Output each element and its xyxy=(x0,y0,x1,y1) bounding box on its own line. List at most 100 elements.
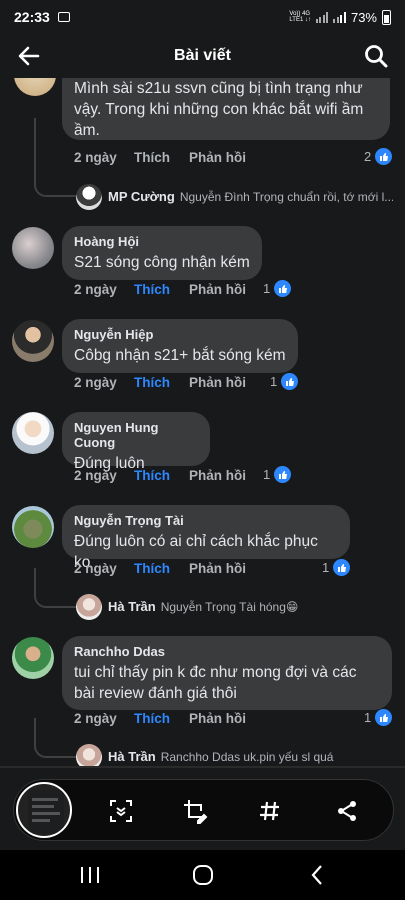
like-link[interactable]: Thích xyxy=(134,375,189,390)
thumbs-up-icon xyxy=(281,373,299,390)
reply-link[interactable]: Phản hồi xyxy=(189,150,259,165)
like-link[interactable]: Thích xyxy=(134,711,189,726)
comment-actions: 2 ngày Thích Phản hồi xyxy=(74,375,259,390)
reply-author: MP Cường xyxy=(108,189,175,204)
signal-icon-2 xyxy=(333,11,346,23)
reaction-count[interactable]: 2 xyxy=(364,148,393,165)
comment-author[interactable]: Nguyen Hung Cuong xyxy=(74,420,198,450)
signal-icon xyxy=(315,11,329,23)
reply-author: Hà Trần xyxy=(108,749,156,764)
reaction-number: 1 xyxy=(364,710,372,725)
reaction-count[interactable]: 1 xyxy=(263,466,292,483)
comment-bubble[interactable]: Ranchho Ddas tui chỉ thấy pin k đc như m… xyxy=(62,636,392,710)
comment-text: tui chỉ thấy pin k đc như mong đợi và cá… xyxy=(74,664,357,702)
comment-text: Côbg nhận s21+ bắt sóng kém xyxy=(74,347,286,364)
scroll-capture-icon[interactable] xyxy=(106,796,136,826)
reaction-count[interactable]: 1 xyxy=(270,373,299,390)
comment-author[interactable]: Nguyễn Trọng Tài xyxy=(74,513,338,528)
comment-time: 2 ngày xyxy=(74,375,117,390)
back-arrow-icon[interactable] xyxy=(16,43,42,69)
reply-link[interactable]: Phản hồi xyxy=(189,468,259,483)
recents-icon[interactable] xyxy=(77,863,103,887)
avatar[interactable] xyxy=(12,320,54,362)
comment-bubble[interactable]: Nguyễn Hiệp Côbg nhận s21+ bắt sóng kém xyxy=(62,319,298,373)
crop-edit-icon[interactable] xyxy=(180,796,210,826)
reaction-number: 1 xyxy=(263,467,271,482)
avatar[interactable] xyxy=(12,227,54,269)
like-link[interactable]: Thích xyxy=(134,561,189,576)
search-icon[interactable] xyxy=(363,43,389,69)
comment-actions: 2 ngày Thích Phản hồi xyxy=(74,150,259,165)
avatar[interactable] xyxy=(76,744,102,768)
reply-link[interactable]: Phản hồi xyxy=(189,282,259,297)
reaction-count[interactable]: 1 xyxy=(364,709,393,726)
reaction-number: 2 xyxy=(364,149,372,164)
reply-link[interactable]: Phản hồi xyxy=(189,711,259,726)
thread-connector xyxy=(34,718,78,758)
status-bar: 22:33 Vo)) 4G LTE1 ↓↑ 73% xyxy=(0,0,405,34)
back-nav-icon[interactable] xyxy=(304,863,330,887)
thread-connector xyxy=(34,568,78,608)
comment-text: Mình sài s21u ssvn cũng bị tình trạng nh… xyxy=(74,80,364,139)
avatar[interactable] xyxy=(14,78,56,96)
battery-percent: 73% xyxy=(350,9,377,25)
reply-author: Hà Trần xyxy=(108,599,156,614)
avatar[interactable] xyxy=(76,184,102,210)
avatar[interactable] xyxy=(76,594,102,620)
share-icon[interactable] xyxy=(332,796,362,826)
reply-preview[interactable]: Hà Trần Ranchho Ddas uk.pin yếu sl quá xyxy=(108,749,393,764)
comment-time: 2 ngày xyxy=(74,282,117,297)
avatar[interactable] xyxy=(12,506,54,548)
comment-actions: 2 ngày Thích Phản hồi xyxy=(74,561,259,576)
gallery-notification-icon xyxy=(57,12,70,22)
screenshot-thumbnail[interactable] xyxy=(16,782,72,838)
navigation-bar xyxy=(0,850,405,900)
network-indicator: Vo)) 4G LTE1 ↓↑ xyxy=(289,11,311,23)
home-icon[interactable] xyxy=(190,863,216,887)
thumbs-up-icon xyxy=(274,466,292,483)
thumbs-up-icon xyxy=(375,148,393,165)
reply-preview[interactable]: MP Cường Nguyễn Đình Trọng chuẩn rồi, tớ… xyxy=(108,189,393,204)
divider xyxy=(0,766,405,768)
comment-author[interactable]: Hoàng Hội xyxy=(74,234,250,249)
avatar[interactable] xyxy=(12,637,54,679)
reply-text: Nguyễn Trọng Tài hóng😁 xyxy=(160,599,299,614)
hashtag-icon[interactable] xyxy=(255,796,285,826)
like-link[interactable]: Thích xyxy=(134,150,189,165)
comment-author[interactable]: Nguyễn Hiệp xyxy=(74,327,286,342)
reply-link[interactable]: Phản hồi xyxy=(189,375,259,390)
reaction-number: 1 xyxy=(322,560,330,575)
comment-time: 2 ngày xyxy=(74,561,117,576)
comment-time: 2 ngày xyxy=(74,468,117,483)
avatar[interactable] xyxy=(12,412,54,454)
comment-bubble[interactable]: Hoàng Hội S21 sóng công nhận kém xyxy=(62,226,262,280)
thumbs-up-icon xyxy=(274,280,292,297)
comment-time: 2 ngày xyxy=(74,150,117,165)
thread-connector xyxy=(34,118,78,197)
reaction-count[interactable]: 1 xyxy=(322,559,351,576)
like-link[interactable]: Thích xyxy=(134,468,189,483)
reply-link[interactable]: Phản hồi xyxy=(189,561,259,576)
comment-bubble[interactable]: Nguyễn Trọng Tài Đúng luôn có ai chỉ các… xyxy=(62,505,350,571)
thumbs-up-icon xyxy=(333,559,351,576)
comments-feed[interactable]: Mình sài s21u ssvn cũng bị tình trạng nh… xyxy=(0,78,405,768)
comment-actions: 2 ngày Thích Phản hồi xyxy=(74,282,259,297)
like-link[interactable]: Thích xyxy=(134,282,189,297)
comment-bubble[interactable]: Mình sài s21u ssvn cũng bị tình trạng nh… xyxy=(62,78,390,140)
reply-text: Ranchho Ddas uk.pin yếu sl quá xyxy=(160,749,334,764)
comment-author[interactable]: Ranchho Ddas xyxy=(74,644,380,659)
status-time: 22:33 xyxy=(14,9,50,25)
reply-preview[interactable]: Hà Trần Nguyễn Trọng Tài hóng😁 xyxy=(108,599,393,614)
reaction-number: 1 xyxy=(263,281,271,296)
network-bottom-label: LTE1 ↓↑ xyxy=(289,17,311,23)
screenshot-toolbar xyxy=(13,779,394,841)
reaction-number: 1 xyxy=(270,374,278,389)
reaction-count[interactable]: 1 xyxy=(263,280,292,297)
battery-icon xyxy=(382,9,391,25)
comment-text: S21 sóng công nhận kém xyxy=(74,254,250,271)
app-header: Bài viết xyxy=(0,34,405,78)
page-title: Bài viết xyxy=(174,47,231,64)
comment-actions: 2 ngày Thích Phản hồi xyxy=(74,468,259,483)
comment-bubble[interactable]: Nguyen Hung Cuong Đúng luôn xyxy=(62,412,210,472)
thumbs-up-icon xyxy=(375,709,393,726)
